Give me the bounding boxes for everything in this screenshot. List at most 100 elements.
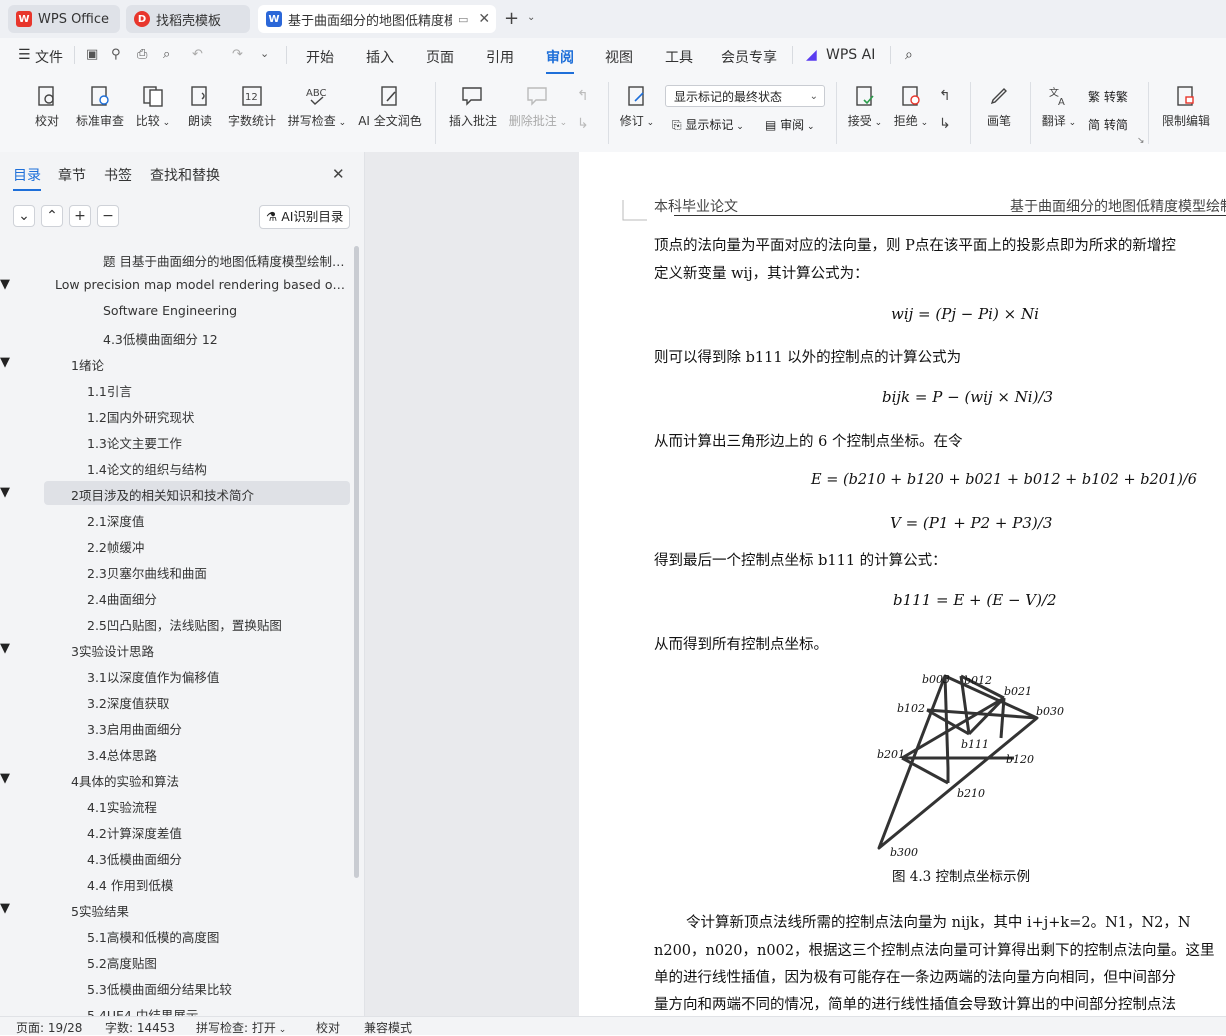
word-count-status[interactable]: 字数: 14453	[105, 1019, 175, 1036]
chevron-down-icon[interactable]: ⌄	[527, 12, 535, 23]
proofread-status[interactable]: 校对	[316, 1019, 340, 1036]
toc-item[interactable]: 1.1引言	[0, 381, 350, 401]
expand-arrow-icon[interactable]: ▼	[0, 901, 10, 916]
menu-view[interactable]: 视图	[605, 47, 633, 67]
document-page[interactable]: 本科毕业论文 基于曲面细分的地图低精度模型绘制 顶点的法向量为平面对应的法向量，…	[579, 152, 1226, 1016]
monitor-icon[interactable]: ▭	[458, 13, 468, 26]
toc-item[interactable]: ▼ 1绪论	[0, 355, 350, 375]
chevron-up-button[interactable]: ⌃	[41, 205, 63, 227]
toc-item[interactable]: 3.2深度值获取	[0, 693, 350, 713]
tab-wps-office[interactable]: W WPS Office	[8, 5, 120, 33]
remove-level-button[interactable]: −	[97, 205, 119, 227]
undo-icon[interactable]: ↶	[192, 47, 203, 62]
delete-comment-button[interactable]: 删除批注	[508, 84, 568, 129]
toc-item[interactable]: ▼ Low precision map model rendering based…	[0, 277, 350, 297]
search-icon[interactable]: ⌕	[905, 47, 913, 63]
chevron-down-icon[interactable]: ⌄	[260, 47, 269, 60]
compare-button[interactable]: 比较	[134, 84, 172, 129]
previous-comment-icon[interactable]: ↰	[577, 88, 589, 104]
translate-button[interactable]: 文A 翻译	[1040, 84, 1078, 129]
next-change-icon[interactable]: ↳	[939, 116, 951, 132]
toc-item[interactable]: 2.5凹凸贴图，法线贴图，置换贴图	[0, 615, 350, 635]
add-level-button[interactable]: +	[69, 205, 91, 227]
panel-tab-toc[interactable]: 目录	[13, 165, 41, 191]
toc-item[interactable]: Software Engineering	[0, 303, 350, 323]
expand-arrow-icon[interactable]: ▼	[0, 485, 10, 500]
expand-icon[interactable]: ↘	[1137, 136, 1145, 146]
toc-item[interactable]: ▼ 2项目涉及的相关知识和技术简介	[0, 485, 350, 505]
toc-item[interactable]: 4.4 作用到低模	[0, 875, 350, 895]
menu-review[interactable]: 审阅	[546, 47, 574, 74]
toc-item[interactable]: 2.2帧缓冲	[0, 537, 350, 557]
toc-item[interactable]: 题 目基于曲面细分的地图低精度模型绘制及...	[0, 251, 350, 271]
ai-polish-button[interactable]: AI 全文润色	[356, 84, 424, 129]
toc-item[interactable]: 4.2计算深度差值	[0, 823, 350, 843]
spell-check-button[interactable]: ABC 拼写检查	[287, 84, 347, 129]
toc-item[interactable]: 5.1高模和低模的高度图	[0, 927, 350, 947]
reject-button[interactable]: 拒绝	[892, 84, 930, 129]
menu-membership[interactable]: 会员专享	[721, 47, 777, 67]
key-icon[interactable]: ⚲	[111, 47, 121, 62]
toc-item[interactable]: 3.3启用曲面细分	[0, 719, 350, 739]
toc-item[interactable]: 5.3低模曲面细分结果比较	[0, 979, 350, 999]
toc-item[interactable]: 1.2国内外研究现状	[0, 407, 350, 427]
read-aloud-button[interactable]: 朗读	[185, 84, 215, 129]
toc-item[interactable]: 3.4总体思路	[0, 745, 350, 765]
toc-item[interactable]: 2.3贝塞尔曲线和曲面	[0, 563, 350, 583]
toc-item[interactable]: ▼ 3实验设计思路	[0, 641, 350, 661]
close-icon[interactable]: ✕	[332, 165, 345, 183]
tab-docer[interactable]: D 找稻壳模板	[126, 5, 250, 33]
to-simplified-button[interactable]: 简 转简	[1088, 116, 1128, 133]
panel-tab-bookmarks[interactable]: 书签	[104, 165, 132, 185]
accept-button[interactable]: 接受	[846, 84, 884, 129]
restrict-edit-button[interactable]: 限制编辑	[1158, 84, 1214, 129]
expand-arrow-icon[interactable]: ▼	[0, 277, 10, 292]
show-markup-button[interactable]: ⎘ 显示标记	[672, 116, 744, 133]
page-indicator[interactable]: 页面: 19/28	[16, 1019, 82, 1036]
pen-button[interactable]: 画笔	[984, 84, 1014, 129]
new-tab-icon[interactable]: +	[504, 8, 519, 29]
insert-comment-button[interactable]: 插入批注	[446, 84, 500, 129]
menu-tools[interactable]: 工具	[665, 47, 693, 67]
standard-review-button[interactable]: 标准审查	[74, 84, 126, 129]
scrollbar[interactable]	[354, 246, 359, 878]
expand-arrow-icon[interactable]: ▼	[0, 771, 10, 786]
menu-page[interactable]: 页面	[426, 47, 454, 67]
toc-item[interactable]: 2.4曲面细分	[0, 589, 350, 609]
toc-item[interactable]: 3.1以深度值作为偏移值	[0, 667, 350, 687]
menu-wps-ai[interactable]: WPS AI	[826, 47, 875, 63]
spell-check-status[interactable]: 拼写检查: 打开	[196, 1019, 286, 1036]
word-count-button[interactable]: 12 字数统计	[226, 84, 278, 129]
markup-display-select[interactable]: 显示标记的最终状态 ⌄	[665, 85, 825, 107]
review-pane-button[interactable]: ▤ 审阅	[765, 116, 815, 133]
to-traditional-button[interactable]: 繁 转繁	[1088, 88, 1128, 105]
toc-item[interactable]: 2.1深度值	[0, 511, 350, 531]
expand-arrow-icon[interactable]: ▼	[0, 355, 10, 370]
print-preview-icon[interactable]: ⌕	[163, 47, 170, 62]
redo-icon[interactable]: ↷	[232, 47, 243, 62]
toc-item[interactable]: 1.3论文主要工作	[0, 433, 350, 453]
toc-item[interactable]: ▼ 4具体的实验和算法	[0, 771, 350, 791]
toc-item[interactable]: 1.4论文的组织与结构	[0, 459, 350, 479]
track-changes-button[interactable]: 修订	[618, 84, 656, 129]
toc-item[interactable]: 4.3低模曲面细分	[0, 849, 350, 869]
ai-toc-button[interactable]: ⚗ AI识别目录	[259, 205, 350, 229]
collapse-down-button[interactable]: ⌄	[13, 205, 35, 227]
panel-tab-find-replace[interactable]: 查找和替换	[150, 165, 220, 185]
previous-change-icon[interactable]: ↰	[939, 88, 951, 104]
toc-item[interactable]: 4.1实验流程	[0, 797, 350, 817]
print-icon[interactable]: ⎙	[137, 47, 147, 62]
expand-arrow-icon[interactable]: ▼	[0, 641, 10, 656]
hamburger-icon[interactable]: ☰	[18, 47, 31, 63]
menu-home[interactable]: 开始	[306, 47, 334, 67]
tab-document[interactable]: W 基于曲面细分的地图低精度模 ▭ ✕	[258, 5, 496, 33]
toc-item[interactable]: ▼ 5实验结果	[0, 901, 350, 921]
toc-item[interactable]: 5.2高度贴图	[0, 953, 350, 973]
menu-file[interactable]: 文件	[35, 47, 63, 67]
close-icon[interactable]: ✕	[478, 11, 490, 27]
next-comment-icon[interactable]: ↳	[577, 116, 589, 132]
menu-insert[interactable]: 插入	[366, 47, 394, 67]
proofread-button[interactable]: 校对	[32, 84, 62, 129]
save-icon[interactable]: ▣	[86, 47, 98, 62]
menu-references[interactable]: 引用	[486, 47, 514, 67]
